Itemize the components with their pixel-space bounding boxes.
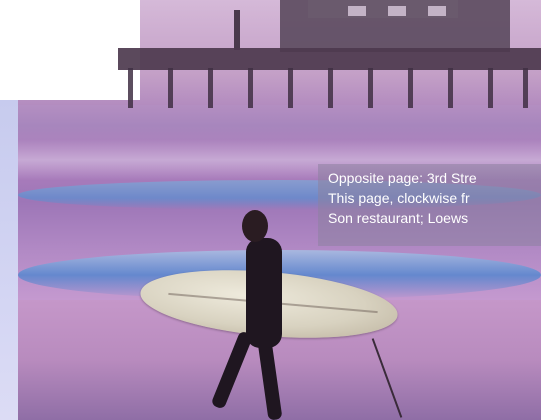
pier-leg	[168, 68, 173, 108]
pier-leg	[368, 68, 373, 108]
left-page-margin	[0, 100, 18, 420]
pier-deck	[118, 48, 541, 70]
caption-line: Opposite page: 3rd Stre	[328, 170, 477, 186]
caption-line: This page, clockwise fr	[328, 190, 470, 206]
pier-leg	[288, 68, 293, 108]
pier-window	[428, 6, 446, 16]
photo-caption: Opposite page: 3rd Stre This page, clock…	[318, 164, 541, 246]
pier-leg	[488, 68, 493, 108]
pier-leg	[408, 68, 413, 108]
pier-leg	[128, 68, 133, 108]
caption-line: Son restaurant; Loews	[328, 210, 469, 226]
magazine-spread: Opposite page: 3rd Stre This page, clock…	[0, 0, 541, 420]
pier-window	[348, 6, 366, 16]
pier-leg	[328, 68, 333, 108]
pier-leg	[208, 68, 213, 108]
page-white-corner	[0, 0, 18, 100]
pier-leg	[523, 68, 528, 108]
pier-leg	[248, 68, 253, 108]
surfer-body	[246, 238, 282, 348]
pier-lamp-pole	[234, 10, 240, 50]
pier-leg	[448, 68, 453, 108]
surfer-head	[242, 210, 268, 242]
pier-window	[388, 6, 406, 16]
